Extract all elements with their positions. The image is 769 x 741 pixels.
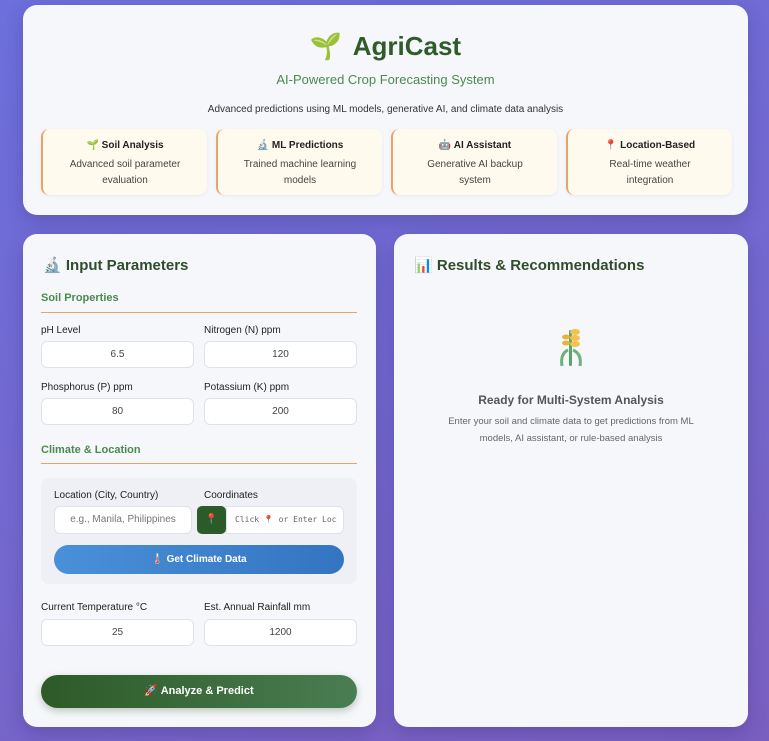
rainfall-input[interactable]: 1200 [204,619,357,646]
results-panel: 📊 Results & Recommendations Ready for Mu… [394,234,748,727]
location-input[interactable]: e.g., Manila, Philippines [54,506,192,534]
nitrogen-label: Nitrogen (N) ppm [204,325,281,336]
potassium-label: Potassium (K) ppm [204,382,290,393]
location-label: Location (City, Country) [54,490,159,501]
feature-desc: Real-time weather integration [609,159,691,186]
feature-ml-predictions: 🔬 ML Predictions Trained machine learnin… [216,129,382,195]
input-panel-title: 🔬 Input Parameters [43,257,189,274]
empty-state-hint: Enter your soil and climate data to get … [448,416,694,444]
feature-desc: Generative AI backup system [427,159,523,186]
results-panel-title: 📊 Results & Recommendations [414,257,645,274]
analyze-predict-button[interactable]: 🚀 Analyze & Predict [41,675,357,708]
seedling-icon: 🌱 [309,31,343,61]
ph-label: pH Level [41,325,81,336]
phosphorus-input[interactable]: 80 [41,398,194,425]
app-title: AgriCast [352,31,462,61]
microscope-icon: 🔬 [43,257,62,274]
microscope-icon: 🔬 [256,140,270,151]
description: Advanced predictions using ML models, ge… [207,104,564,115]
feature-desc: Advanced soil parameter evaluation [69,159,181,186]
seedling-icon: 🌱 [86,140,99,151]
temperature-input[interactable]: 25 [41,619,194,646]
bar-chart-icon: 📊 [414,257,433,274]
coordinates-label: Coordinates [204,490,258,501]
potassium-input[interactable]: 200 [204,398,357,425]
tagline: AI-Powered Crop Forecasting System [276,72,495,87]
nitrogen-input[interactable]: 120 [204,341,357,368]
section-divider [41,312,357,313]
rainfall-label: Est. Annual Rainfall mm [204,602,311,613]
ph-input[interactable]: 6.5 [41,341,194,368]
feature-soil-analysis: 🌱 Soil Analysis Advanced soil parameter … [41,129,207,195]
feature-list: 🌱 Soil Analysis Advanced soil parameter … [41,129,732,195]
get-climate-data-button[interactable]: 🌡️ Get Climate Data [54,545,344,574]
robot-icon: 🤖 [438,140,452,151]
feature-title: Soil Analysis [101,140,164,151]
input-panel: 🔬 Input Parameters Soil Properties pH Le… [23,234,376,727]
soil-section-title: Soil Properties [41,292,119,304]
feature-location-based: 📍 Location-Based Real-time weather integ… [566,129,732,195]
empty-state: Ready for Multi-System Analysis Enter yo… [394,326,748,447]
header-card: 🌱 AgriCast AI-Powered Crop Forecasting S… [23,5,748,215]
section-divider [41,463,357,464]
feature-desc: Trained machine learning models [243,159,357,186]
pin-icon: 📍 [604,140,618,151]
temperature-label: Current Temperature °C [41,602,148,613]
phosphorus-label: Phosphorus (P) ppm [41,382,133,393]
brand: 🌱 AgriCast [23,31,748,62]
feature-title: AI Assistant [453,140,512,151]
feature-ai-assistant: 🤖 AI Assistant Generative AI backup syst… [391,129,557,195]
coordinates-input[interactable]: Click 📍 or Enter Loc [226,506,344,534]
wheat-icon [560,329,582,367]
pin-icon: 📍 [205,514,218,525]
location-box: Location (City, Country) Coordinates e.g… [41,478,357,584]
feature-title: ML Predictions [271,140,344,151]
feature-title: Location-Based [620,140,696,151]
locate-button[interactable]: 📍 [197,506,226,534]
empty-state-title: Ready for Multi-System Analysis [478,393,664,407]
climate-section-title: Climate & Location [41,444,141,456]
